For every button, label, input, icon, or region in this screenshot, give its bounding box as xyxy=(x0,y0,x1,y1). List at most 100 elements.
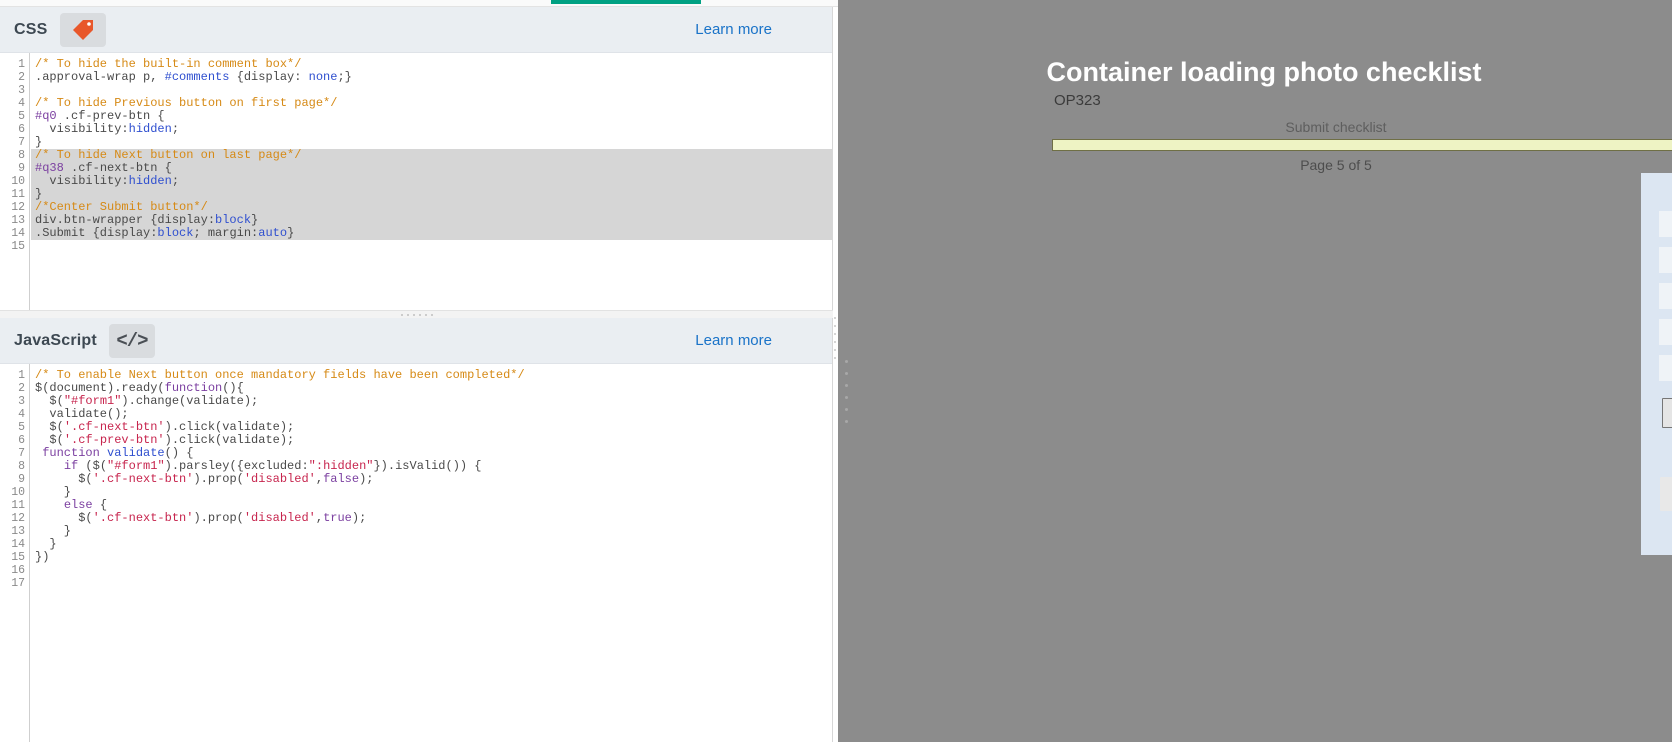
code-line[interactable]: } xyxy=(31,525,832,538)
line-number: 8 xyxy=(0,149,29,162)
code-token xyxy=(35,498,64,512)
code-token: /* To hide the built-in comment box*/ xyxy=(35,57,301,71)
code-token: ; xyxy=(172,122,179,136)
code-line[interactable]: $('.cf-next-btn').prop('disabled',true); xyxy=(31,512,832,525)
code-token: false xyxy=(323,472,359,486)
question-page-row[interactable]: id="q21" class="cf-page" xyxy=(1659,319,1672,345)
code-icon-glyph: </> xyxy=(116,330,147,352)
code-line[interactable]: } xyxy=(31,486,832,499)
code-token: , xyxy=(316,472,323,486)
line-number: 6 xyxy=(0,123,29,136)
code-token: validate xyxy=(107,446,165,460)
css-panel-header: CSS Learn more xyxy=(0,7,832,53)
line-number: 14 xyxy=(0,227,29,240)
code-token: if xyxy=(64,459,78,473)
code-token: , xyxy=(316,511,323,525)
active-tab-indicator xyxy=(551,0,701,4)
code-token: visibility: xyxy=(35,174,129,188)
code-token: hidden xyxy=(129,122,172,136)
code-token: $( xyxy=(35,420,64,434)
code-token: ":hidden" xyxy=(309,459,374,473)
javascript-learn-more-link[interactable]: Learn more xyxy=(695,332,818,349)
code-line[interactable]: visibility:hidden; xyxy=(31,123,832,136)
javascript-code-lines[interactable]: /* To enable Next button once mandatory … xyxy=(31,364,832,742)
question-page-row[interactable]: id="q20" class="cf-page" xyxy=(1659,247,1672,273)
code-token: }).isValid()) { xyxy=(373,459,481,473)
code-token: () { xyxy=(165,446,194,460)
code-token: ).parsley({excluded: xyxy=(165,459,309,473)
page-indicator: Page 5 of 5 xyxy=(996,157,1672,173)
css-panel: CSS Learn more 123456789101112131415 /* … xyxy=(0,7,833,310)
code-line[interactable]: } xyxy=(31,538,832,551)
code-line[interactable] xyxy=(31,577,832,590)
code-token: ); xyxy=(352,511,366,525)
question-page-row[interactable]: id="q0" class="cf-page" xyxy=(1659,211,1672,237)
code-line[interactable] xyxy=(31,240,832,253)
code-token: $( xyxy=(35,511,93,525)
line-number: 7 xyxy=(0,136,29,149)
code-line[interactable]: visibility:hidden; xyxy=(31,175,832,188)
code-line[interactable]: $("#form1").change(validate); xyxy=(31,395,832,408)
vertical-resizer-dots xyxy=(834,317,836,359)
code-token: "#form1" xyxy=(64,394,122,408)
code-token xyxy=(100,446,107,460)
code-token: ;} xyxy=(337,70,351,84)
css-panel-title: CSS xyxy=(14,21,48,39)
code-line[interactable]: .approval-wrap p, #comments {display: no… xyxy=(31,71,832,84)
line-number: 13 xyxy=(0,525,29,538)
code-token: function xyxy=(42,446,100,460)
code-token: auto xyxy=(258,226,287,240)
css-learn-more-link[interactable]: Learn more xyxy=(695,21,818,38)
editor-column: CSS Learn more 123456789101112131415 /* … xyxy=(0,7,838,742)
code-line[interactable]: }) xyxy=(31,551,832,564)
progress-bar-fill xyxy=(1053,140,1672,150)
code-token: ($( xyxy=(78,459,107,473)
code-token: ).change(validate); xyxy=(121,394,258,408)
code-token: else xyxy=(64,498,93,512)
line-number: 1 xyxy=(0,369,29,382)
code-token: .cf-prev-btn { xyxy=(57,109,165,123)
code-token: .cf-next-btn { xyxy=(64,161,172,175)
code-token: none xyxy=(309,70,338,84)
line-number: 3 xyxy=(0,395,29,408)
code-token: $( xyxy=(35,433,64,447)
css-code-area[interactable]: 123456789101112131415 /* To hide the bui… xyxy=(0,53,832,310)
progress-label: Submit checklist xyxy=(996,119,1672,135)
css-code-lines[interactable]: /* To hide the built-in comment box*/.ap… xyxy=(31,53,832,310)
line-number: 11 xyxy=(0,499,29,512)
code-token: $(document).ready( xyxy=(35,381,165,395)
code-token: /* To hide Previous button on first page… xyxy=(35,96,337,110)
javascript-code-area[interactable]: 1234567891011121314151617 /* To enable N… xyxy=(0,364,832,742)
code-line[interactable]: $('.cf-next-btn').prop('disabled',false)… xyxy=(31,473,832,486)
code-token: #comments xyxy=(165,70,230,84)
code-token: #q0 xyxy=(35,109,57,123)
javascript-line-numbers: 1234567891011121314151617 xyxy=(0,364,30,742)
preview-left-rail[interactable] xyxy=(838,0,856,742)
javascript-panel-header: JavaScript </> Learn more xyxy=(0,318,832,364)
line-number: 14 xyxy=(0,538,29,551)
line-number: 16 xyxy=(0,564,29,577)
code-line[interactable] xyxy=(31,564,832,577)
save-as-draft-button[interactable]: Save as Draft xyxy=(1660,477,1672,511)
question-page-row[interactable]: id="q12" class="cf-page" xyxy=(1659,283,1672,309)
line-number: 9 xyxy=(0,473,29,486)
css-line-numbers: 123456789101112131415 xyxy=(0,53,30,310)
code-token: /* To enable Next button once mandatory … xyxy=(35,368,525,382)
code-token: } xyxy=(35,485,71,499)
line-number: 15 xyxy=(0,240,29,253)
previous-button[interactable]: Previous xyxy=(1662,398,1672,428)
question-rows: id="q0" class="cf-page" id="q20" class="c… xyxy=(1641,173,1672,381)
code-token: ; margin: xyxy=(193,226,258,240)
form-preview-pane: Container loading photo checklist OP323 … xyxy=(838,0,1672,742)
code-token: function xyxy=(165,381,223,395)
code-token: } xyxy=(251,213,258,227)
form-subtitle: OP323 xyxy=(856,92,1672,109)
code-line[interactable]: .Submit {display:block; margin:auto} xyxy=(31,227,832,240)
question-page-row[interactable]: id="q38" class="cf-page" xyxy=(1659,355,1672,381)
code-token: ); xyxy=(359,472,373,486)
line-number: 7 xyxy=(0,447,29,460)
code-token: 'disabled' xyxy=(244,472,316,486)
line-number: 5 xyxy=(0,110,29,123)
code-token: #q38 xyxy=(35,161,64,175)
code-token: "#form1" xyxy=(107,459,165,473)
